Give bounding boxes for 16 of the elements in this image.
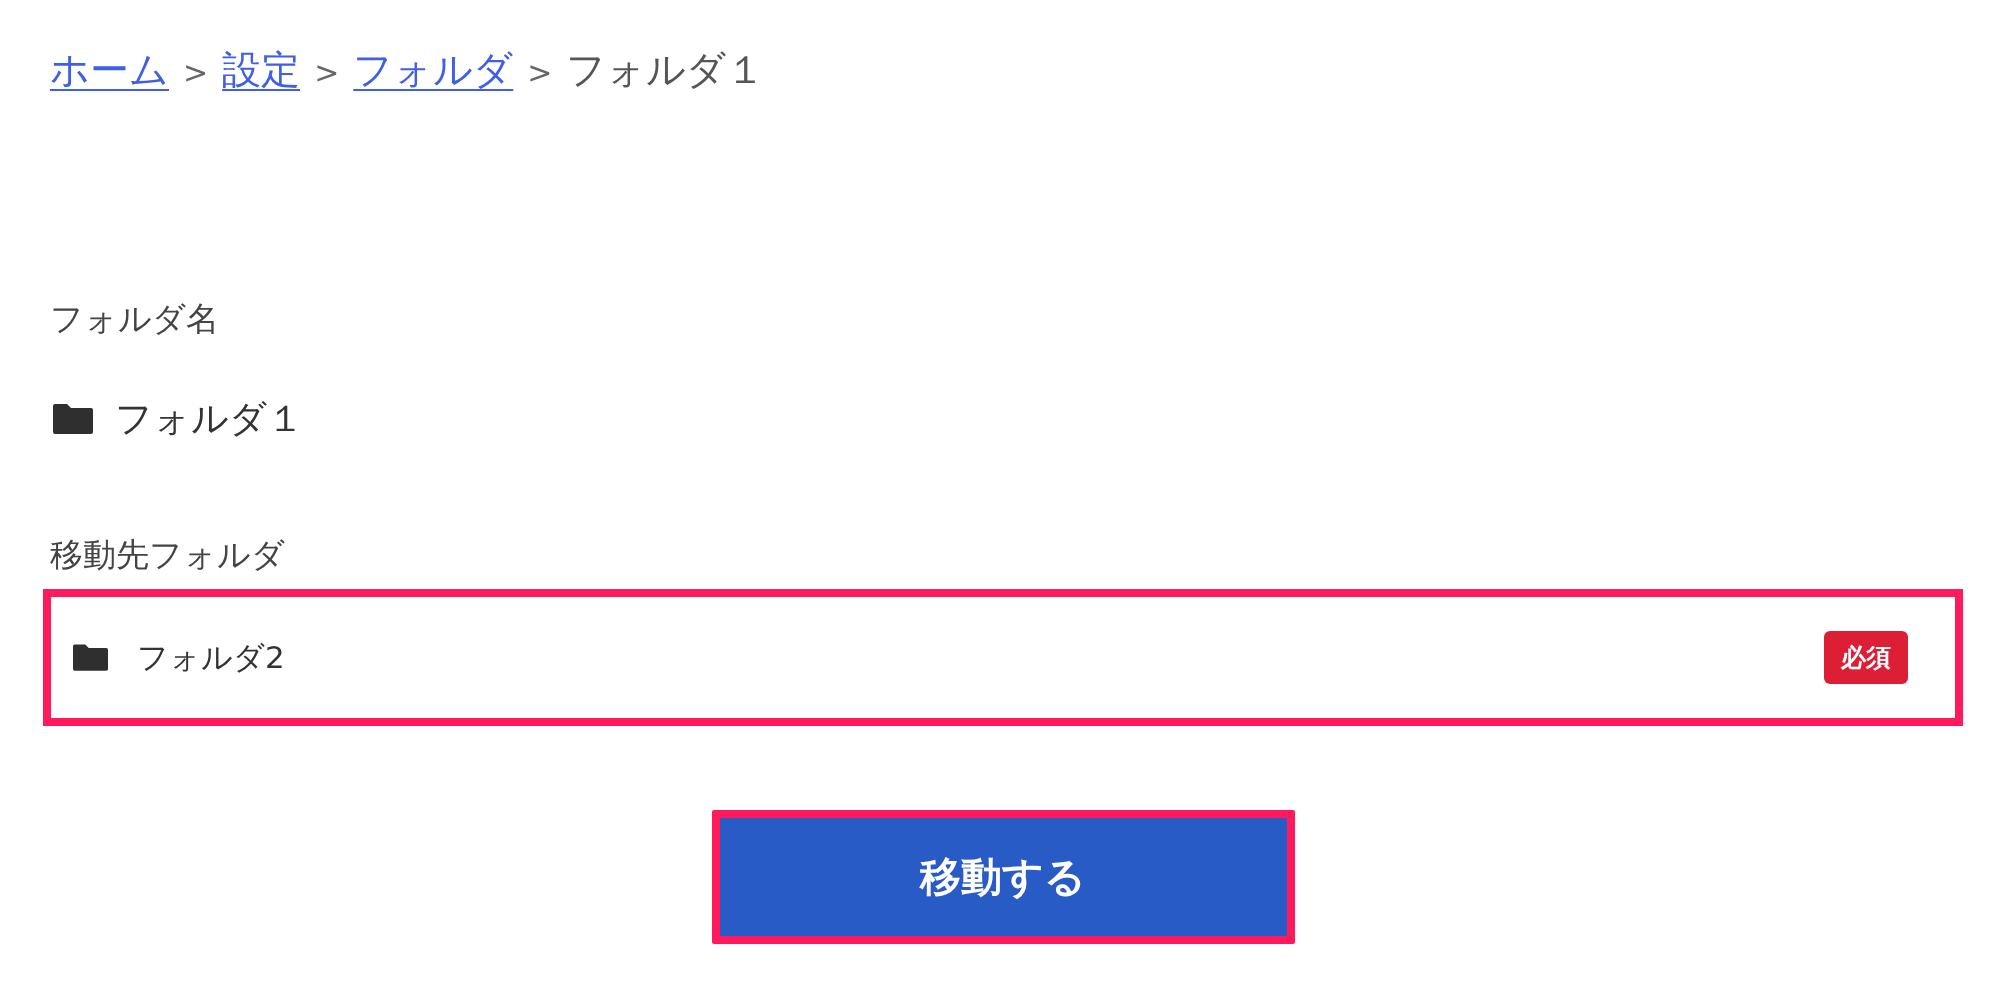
move-button[interactable]: 移動する bbox=[711, 810, 1295, 944]
breadcrumb-separator: > bbox=[527, 54, 553, 92]
folder-icon bbox=[53, 403, 93, 434]
breadcrumb-separator: > bbox=[183, 54, 209, 92]
breadcrumb-separator: > bbox=[314, 54, 340, 92]
folder-icon bbox=[73, 644, 108, 671]
folder-select-field[interactable]: フォルダ2 必須 bbox=[43, 589, 1963, 726]
breadcrumb-link[interactable]: 設定 bbox=[222, 45, 301, 95]
breadcrumb-link[interactable]: ホーム bbox=[50, 45, 169, 95]
folder-name-text: フォルダ１ bbox=[115, 396, 304, 442]
field-label: 移動先フォルダ bbox=[50, 534, 285, 576]
selected-folder-text: フォルダ2 bbox=[137, 637, 285, 677]
breadcrumb-current-page: フォルダ１ bbox=[566, 46, 766, 94]
field-label: フォルダ名 bbox=[50, 298, 219, 340]
required-badge: 必須 bbox=[1824, 631, 1908, 684]
breadcrumb-link[interactable]: フォルダ bbox=[353, 45, 514, 95]
